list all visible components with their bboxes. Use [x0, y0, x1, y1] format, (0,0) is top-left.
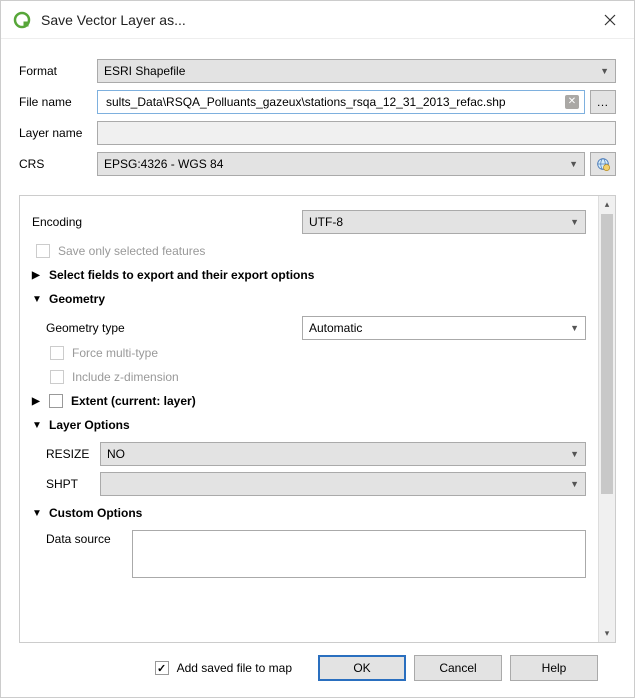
globe-icon: [595, 156, 611, 172]
layer-options-body: RESIZE NO ▼ SHPT: [32, 442, 586, 496]
save-selected-checkbox: [36, 244, 50, 258]
select-fields-section-header[interactable]: ▶ Select fields to export and their expo…: [32, 268, 586, 282]
geometry-section-body: Geometry type Automatic ▼ Force multi-ty…: [32, 316, 586, 384]
custom-options-body: Data source: [32, 530, 586, 578]
crs-label: CRS: [19, 157, 97, 171]
window-title: Save Vector Layer as...: [41, 12, 596, 28]
encoding-label: Encoding: [32, 215, 302, 229]
help-button[interactable]: Help: [510, 655, 598, 681]
dialog-footer: Add saved file to map OK Cancel Help: [19, 643, 616, 697]
filename-input[interactable]: ✕: [97, 90, 585, 114]
layername-input: [97, 121, 616, 145]
force-multitype-row: Force multi-type: [50, 346, 586, 360]
extent-checkbox[interactable]: [49, 394, 63, 408]
close-icon: [604, 14, 616, 26]
format-select[interactable]: ESRI Shapefile ▼: [97, 59, 616, 83]
encoding-select[interactable]: UTF-8 ▼: [302, 210, 586, 234]
geometry-type-label: Geometry type: [46, 321, 302, 335]
include-z-checkbox: [50, 370, 64, 384]
layer-options-section-header[interactable]: ▼ Layer Options: [32, 418, 586, 432]
triangle-down-icon: ▼: [32, 294, 44, 305]
add-to-map-label: Add saved file to map: [177, 661, 292, 675]
force-multitype-checkbox: [50, 346, 64, 360]
data-source-textarea[interactable]: [132, 530, 586, 578]
clear-filename-button[interactable]: ✕: [565, 95, 579, 109]
options-panel: Encoding UTF-8 ▼ Save only selected feat…: [19, 195, 616, 643]
chevron-down-icon: ▼: [570, 217, 579, 227]
ok-button[interactable]: OK: [318, 655, 406, 681]
triangle-right-icon: ▶: [32, 270, 44, 281]
scroll-down-button[interactable]: ▾: [599, 625, 615, 642]
extent-section-header[interactable]: ▶ Extent (current: layer): [32, 394, 586, 408]
data-source-label: Data source: [46, 530, 132, 546]
browse-button[interactable]: …: [590, 90, 616, 114]
shpt-label: SHPT: [46, 477, 100, 491]
chevron-down-icon: ▼: [569, 159, 578, 169]
dialog-window: Save Vector Layer as... Format ESRI Shap…: [0, 0, 635, 698]
options-panel-body: Encoding UTF-8 ▼ Save only selected feat…: [20, 196, 598, 642]
chevron-down-icon: ▼: [570, 323, 579, 333]
triangle-down-icon: ▼: [32, 420, 44, 431]
shpt-select[interactable]: ▼: [100, 472, 586, 496]
triangle-right-icon: ▶: [32, 396, 44, 407]
qgis-icon: [13, 11, 31, 29]
panel-scrollbar[interactable]: ▴ ▾: [598, 196, 615, 642]
layername-label: Layer name: [19, 126, 97, 140]
chevron-down-icon: ▼: [570, 449, 579, 459]
add-to-map-row[interactable]: Add saved file to map: [155, 661, 292, 675]
custom-options-section-header[interactable]: ▼ Custom Options: [32, 506, 586, 520]
close-button[interactable]: [596, 6, 624, 34]
chevron-down-icon: ▼: [600, 66, 609, 76]
resize-label: RESIZE: [46, 447, 100, 461]
cancel-button[interactable]: Cancel: [414, 655, 502, 681]
format-label: Format: [19, 64, 97, 78]
scroll-thumb[interactable]: [601, 214, 613, 494]
titlebar: Save Vector Layer as...: [1, 1, 634, 39]
dialog-content: Format ESRI Shapefile ▼ File name ✕ … La…: [1, 39, 634, 697]
scroll-up-button[interactable]: ▴: [599, 196, 615, 213]
chevron-down-icon: ▼: [570, 479, 579, 489]
filename-label: File name: [19, 95, 97, 109]
add-to-map-checkbox[interactable]: [155, 661, 169, 675]
include-z-row: Include z-dimension: [50, 370, 586, 384]
crs-picker-button[interactable]: [590, 152, 616, 176]
save-selected-checkbox-row: Save only selected features: [36, 244, 586, 258]
triangle-down-icon: ▼: [32, 508, 44, 519]
crs-select[interactable]: EPSG:4326 - WGS 84 ▼: [97, 152, 585, 176]
resize-select[interactable]: NO ▼: [100, 442, 586, 466]
geometry-section-header[interactable]: ▼ Geometry: [32, 292, 586, 306]
save-selected-label: Save only selected features: [58, 244, 205, 258]
geometry-type-select[interactable]: Automatic ▼: [302, 316, 586, 340]
